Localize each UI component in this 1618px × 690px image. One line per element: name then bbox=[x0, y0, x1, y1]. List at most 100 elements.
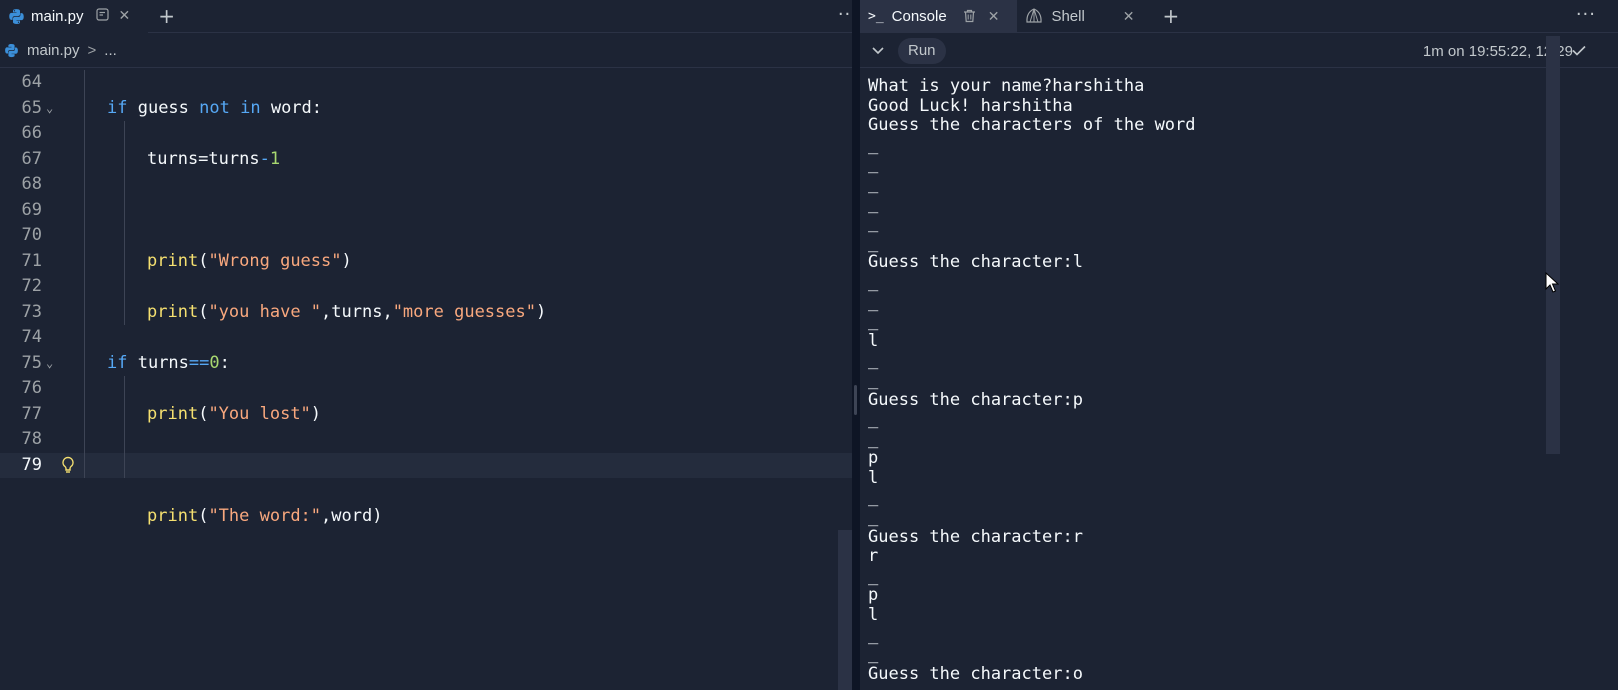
chevron-down-icon[interactable] bbox=[872, 46, 884, 55]
console-output-line: _ bbox=[868, 193, 879, 214]
python-icon bbox=[9, 8, 24, 24]
indent-guide bbox=[124, 223, 125, 249]
code-text: print("you have ",turns,"more guesses") bbox=[147, 301, 547, 322]
code-line[interactable]: 74 bbox=[0, 325, 864, 351]
indent-guide bbox=[84, 172, 85, 198]
indent-guide bbox=[84, 401, 85, 427]
console-output-line: Guess the character:l bbox=[868, 252, 1083, 273]
code-line[interactable]: 78 bbox=[0, 427, 864, 453]
indent-guide bbox=[124, 172, 125, 198]
console-scrollbar[interactable] bbox=[1546, 36, 1560, 454]
indent-guide bbox=[124, 197, 125, 223]
indent-guide bbox=[84, 274, 85, 300]
indent-guide bbox=[84, 299, 85, 325]
console-output-line: _ bbox=[868, 409, 879, 430]
code-line[interactable]: 66 bbox=[0, 121, 864, 147]
line-number: 66 bbox=[21, 123, 42, 143]
checkmark-icon bbox=[1572, 45, 1586, 56]
code-line[interactable]: 65 ⌄ if guess not in word: bbox=[0, 95, 864, 122]
indent-guide bbox=[124, 427, 125, 453]
trash-icon[interactable] bbox=[963, 9, 976, 23]
line-number: 65 bbox=[21, 97, 42, 118]
indent-guide bbox=[84, 427, 85, 453]
tab-shell[interactable]: Shell ✕ bbox=[1017, 0, 1152, 33]
shell-icon bbox=[1026, 8, 1043, 23]
close-icon[interactable]: ✕ bbox=[988, 8, 1000, 25]
fold-chevron-icon[interactable]: ⌄ bbox=[46, 96, 53, 122]
console-tabbar: >_ Console ✕ Shell ✕ + ··· bbox=[860, 0, 1618, 33]
console-output-line: _ bbox=[868, 311, 879, 332]
line-number: 76 bbox=[21, 378, 42, 398]
lightbulb-icon[interactable] bbox=[61, 456, 75, 476]
tab-label: Console bbox=[891, 7, 947, 25]
indent-guide bbox=[124, 146, 125, 172]
console-output-line: Guess the characters of the word bbox=[868, 115, 1196, 136]
editor-scrollbar[interactable] bbox=[838, 530, 852, 690]
code-line[interactable]: 72 bbox=[0, 274, 864, 300]
fold-chevron-icon[interactable]: ⌄ bbox=[46, 351, 53, 377]
line-number: 78 bbox=[21, 429, 42, 449]
breadcrumb-more[interactable]: ... bbox=[104, 42, 117, 59]
indent-guide bbox=[124, 401, 125, 427]
tab-console[interactable]: >_ Console ✕ bbox=[860, 0, 1018, 33]
console-output-line: _ bbox=[868, 173, 879, 194]
indent-guide bbox=[84, 70, 85, 96]
mouse-pointer-icon bbox=[1545, 272, 1559, 293]
code-line[interactable]: 67 turns=turns-1 bbox=[0, 146, 864, 172]
code-line[interactable]: 64 bbox=[0, 70, 864, 96]
indent-guide bbox=[84, 197, 85, 223]
close-icon[interactable]: ✕ bbox=[119, 8, 131, 24]
indent-guide bbox=[84, 146, 85, 172]
code-line[interactable]: 75 ⌄ if turns==0: bbox=[0, 350, 864, 377]
code-line[interactable]: 68 bbox=[0, 172, 864, 198]
code-text: print("The word:",word) bbox=[147, 505, 383, 526]
indent-guide bbox=[84, 350, 85, 376]
line-number: 69 bbox=[21, 199, 42, 220]
console-output[interactable]: What is your name?harshitha Good Luck! ha… bbox=[868, 76, 1548, 684]
more-options-icon[interactable]: ··· bbox=[1576, 4, 1596, 25]
console-output-line: _ bbox=[868, 565, 879, 586]
indent-guide bbox=[84, 248, 85, 274]
indent-guide bbox=[124, 121, 125, 147]
code-line[interactable]: 69 bbox=[0, 197, 864, 223]
indent-guide bbox=[124, 299, 125, 325]
console-output-line: _ bbox=[868, 232, 879, 253]
code-text: turns=turns-1 bbox=[147, 148, 281, 169]
code-line[interactable]: 77 print("You lost") bbox=[0, 401, 864, 427]
console-output-line: What is your name?harshitha bbox=[868, 76, 1145, 96]
tab-label: Shell bbox=[1051, 7, 1085, 25]
indent-guide bbox=[124, 376, 125, 402]
console-output-line: Guess the character:p bbox=[868, 389, 1083, 410]
code-line-current[interactable]: 79 print("The word:",word) bbox=[0, 452, 864, 526]
line-number: 71 bbox=[21, 250, 42, 271]
add-tab-icon[interactable]: + bbox=[148, 4, 185, 28]
close-icon[interactable]: ✕ bbox=[1123, 8, 1135, 25]
breadcrumb-separator: > bbox=[87, 42, 97, 59]
code-line[interactable]: 70 bbox=[0, 223, 864, 249]
file-options-icon[interactable] bbox=[95, 7, 109, 25]
run-button[interactable]: Run bbox=[898, 37, 946, 64]
add-tab-icon[interactable]: + bbox=[1153, 4, 1190, 28]
console-output-line: l bbox=[868, 330, 879, 351]
code-line[interactable]: 73 print("you have ",turns,"more guesses"… bbox=[0, 299, 864, 325]
code-text: print("You lost") bbox=[147, 403, 322, 424]
console-output-line: _ bbox=[868, 487, 879, 508]
indent-guide bbox=[84, 452, 85, 478]
line-number: 68 bbox=[21, 174, 42, 194]
tab-label: main.py bbox=[31, 7, 84, 25]
code-line[interactable]: 76 bbox=[0, 376, 864, 402]
tab-main-py[interactable]: main.py ✕ bbox=[0, 0, 149, 33]
indent-guide bbox=[84, 95, 85, 121]
indent-guide bbox=[84, 121, 85, 147]
console-output-line: _ bbox=[868, 369, 879, 390]
pane-splitter[interactable] bbox=[852, 0, 860, 690]
console-output-line: _ bbox=[868, 271, 879, 292]
code-text: if turns==0: bbox=[107, 352, 230, 373]
breadcrumb-file[interactable]: main.py bbox=[27, 42, 80, 59]
splitter-handle[interactable] bbox=[854, 385, 857, 415]
code-line[interactable]: 71 print("Wrong guess") bbox=[0, 248, 864, 274]
code-editor[interactable]: 64 65 ⌄ if guess not in word: 66 67 turns=t… bbox=[0, 70, 864, 526]
line-number: 70 bbox=[21, 225, 42, 245]
console-output-line: l bbox=[868, 605, 879, 626]
console-output-line: Guess the character:o bbox=[868, 663, 1083, 684]
